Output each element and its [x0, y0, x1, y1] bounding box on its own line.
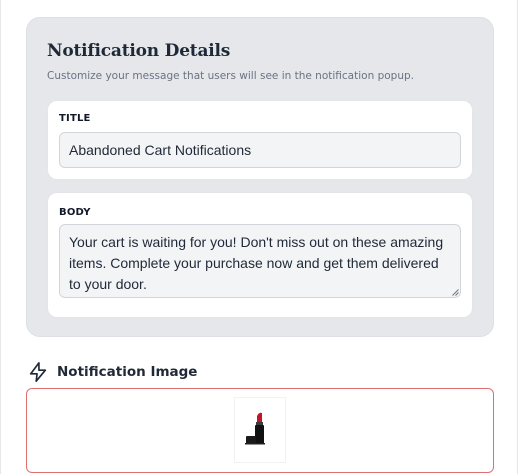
lightning-bolt-icon: [29, 362, 47, 382]
notification-image-header: Notification Image: [27, 360, 197, 384]
notification-image-label: Notification Image: [57, 364, 198, 380]
notification-image-dropzone[interactable]: [26, 388, 494, 473]
editor-frame: Notification Details Customize your mess…: [0, 0, 518, 474]
body-field-label: BODY: [59, 207, 91, 218]
body-field-panel: BODY Your cart is waiting for you! Don't…: [47, 192, 473, 318]
title-field-label: TITLE: [59, 113, 91, 124]
body-textarea[interactable]: Your cart is waiting for you! Don't miss…: [59, 224, 461, 298]
textarea-resize-handle-icon[interactable]: [452, 289, 459, 296]
lipstick-thumbnail-image[interactable]: [235, 398, 285, 462]
title-field-panel: TITLE: [47, 100, 473, 180]
notification-details-card: Notification Details Customize your mess…: [26, 17, 494, 337]
title-input[interactable]: [59, 132, 461, 168]
notification-details-heading: Notification Details: [47, 41, 231, 61]
notification-details-subheading: Customize your message that users will s…: [47, 70, 414, 82]
